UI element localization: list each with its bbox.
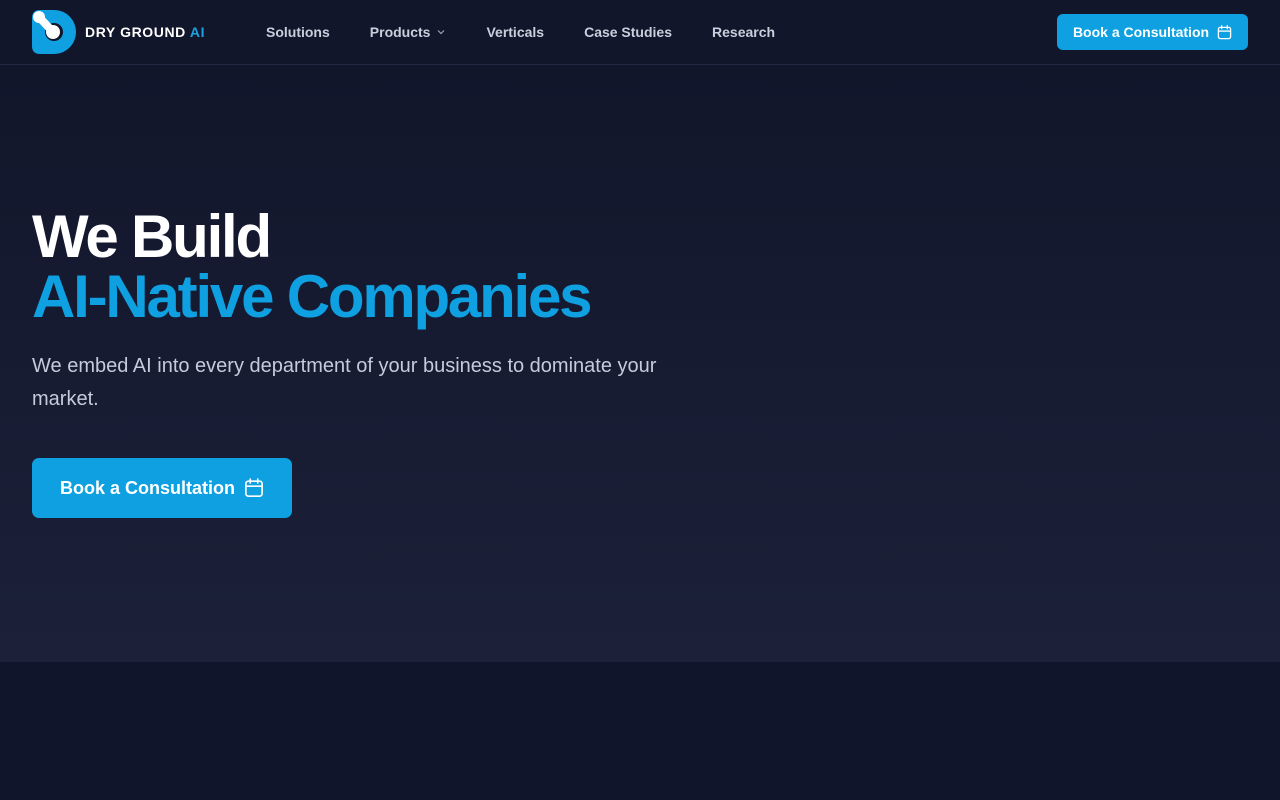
next-section bbox=[0, 662, 1280, 800]
main-menu: Solutions Products Verticals Case Studie… bbox=[266, 0, 815, 64]
brand-wordmark: DRY GROUND AI bbox=[85, 24, 205, 40]
brand-name: DRY GROUND bbox=[85, 24, 186, 40]
nav-link-research[interactable]: Research bbox=[712, 24, 775, 40]
hero-section: We Build AI-Native Companies We embed AI… bbox=[0, 65, 1280, 662]
dry-ground-logo-icon bbox=[32, 10, 76, 54]
nav-book-consultation-button[interactable]: Book a Consultation bbox=[1057, 14, 1248, 50]
hero-title-line-1: We Build bbox=[32, 203, 272, 270]
nav-link-label: Products bbox=[369, 24, 431, 40]
nav-link-label: Verticals bbox=[486, 24, 545, 40]
hero-title: We Build AI-Native Companies bbox=[32, 203, 593, 330]
nav-link-label: Solutions bbox=[266, 24, 330, 40]
hero-cta-label: Book a Consultation bbox=[60, 477, 235, 498]
chevron-down-icon bbox=[438, 30, 445, 35]
brand-name-accent: AI bbox=[189, 24, 206, 40]
hero-subtitle: We embed AI into every department of you… bbox=[32, 355, 657, 410]
hero-title-line-2: AI-Native Companies bbox=[32, 263, 593, 330]
nav-link-products[interactable]: Products bbox=[370, 24, 447, 40]
top-navigation: DRY GROUND AI Solutions Products Vertica… bbox=[0, 0, 1280, 65]
nav-link-solutions[interactable]: Solutions bbox=[266, 24, 330, 40]
brand-logo[interactable]: DRY GROUND AI bbox=[32, 10, 205, 54]
calendar-icon bbox=[1217, 24, 1232, 39]
nav-link-verticals[interactable]: Verticals bbox=[486, 24, 544, 40]
nav-link-case-studies[interactable]: Case Studies bbox=[584, 24, 672, 40]
hero-book-consultation-button[interactable]: Book a Consultation bbox=[32, 458, 292, 518]
calendar-icon bbox=[245, 478, 263, 497]
nav-cta-label: Book a Consultation bbox=[1072, 24, 1210, 40]
nav-link-label: Research bbox=[712, 24, 776, 40]
nav-link-label: Case Studies bbox=[584, 24, 673, 40]
